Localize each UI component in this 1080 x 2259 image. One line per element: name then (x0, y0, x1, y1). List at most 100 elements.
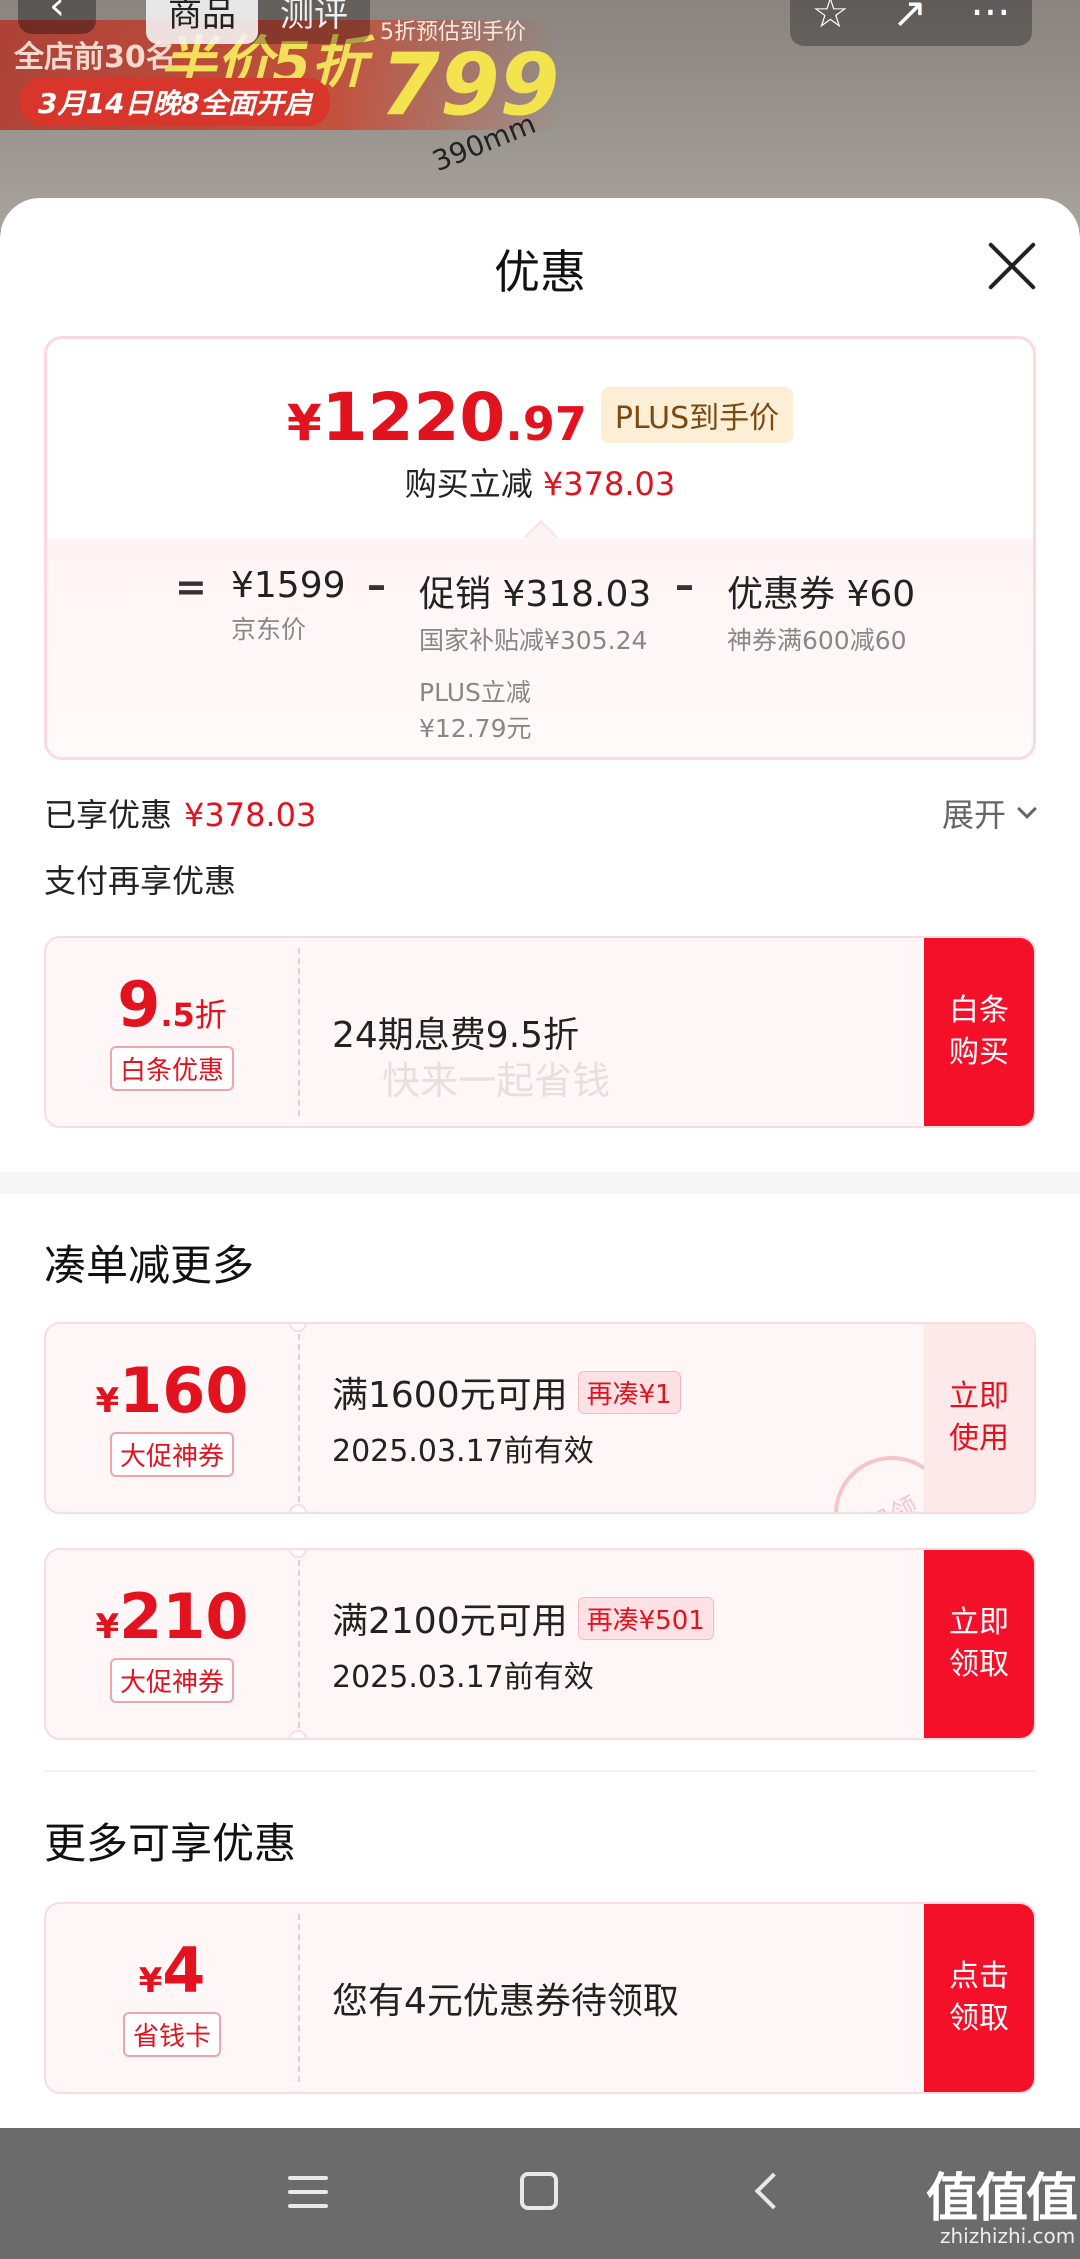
favorite-icon[interactable]: ☆ (812, 0, 850, 37)
baitiao-tag: 白条优惠 (109, 1045, 234, 1091)
coupon-notch (289, 1730, 307, 1738)
coupon-validity: 2025.03.17前有效 (332, 1660, 594, 1695)
baitiao-buy-button[interactable]: 白条 购买 (924, 938, 1034, 1126)
coupon-info: 满1600元可用 再凑¥1 2025.03.17前有效 (332, 1324, 681, 1512)
formula-jd-price: ¥1599 京东价 (231, 565, 346, 646)
coupon-extra-tag: 再凑¥501 (577, 1596, 714, 1640)
coupon-amount: ¥210 (95, 1585, 248, 1648)
use-btn-line1: 立即 (949, 1379, 1009, 1414)
saving-card-amount: ¥4 (139, 1939, 206, 2002)
coupon-notch (289, 1504, 307, 1512)
coupon-card: ¥210 大促神券 满2100元可用 再凑¥501 2025.03.17前有效 … (44, 1548, 1036, 1740)
coupon-condition-row: 满2100元可用 再凑¥501 (332, 1592, 714, 1644)
coupon-card: ¥160 大促神券 满1600元可用 再凑¥1 2025.03.17前有效 已领… (44, 1322, 1036, 1514)
coupon-currency: ¥ (95, 1606, 120, 1647)
nav-actions: ☆ ↗ ··· (790, 0, 1032, 46)
back-icon[interactable] (754, 2172, 792, 2210)
coupon-tag: 大促神券 (109, 1431, 234, 1477)
promo-date-banner: 3月14日晚8全面开启 (20, 78, 330, 126)
use-now-button[interactable]: 立即 使用 (924, 1324, 1034, 1512)
jd-price-label: 京东价 (231, 615, 307, 644)
promotion-subsidy: 国家补贴减¥305.24 (419, 626, 648, 655)
close-icon[interactable] (984, 238, 1040, 294)
claim-btn-line2: 领取 (949, 1647, 1009, 1682)
jd-price-value: ¥1599 (231, 565, 346, 606)
plus-price-tag: PLUS到手价 (600, 387, 794, 443)
site-url: zhizhizhi.com (940, 2224, 1076, 2248)
promotion-plus-label: PLUS立减 (419, 678, 531, 707)
claim-btn-line1: 立即 (949, 1605, 1009, 1640)
discount-sheet: 优惠 ¥ 1220 .97 PLUS到手价 购买立减 ¥378.03 = ¥15… (0, 198, 1080, 2128)
coupon-currency: ¥ (95, 1380, 120, 1421)
coupon-condition: 满2100元可用 (332, 1601, 568, 1642)
coupon-validity: 2025.03.17前有效 (332, 1434, 594, 1469)
back-button[interactable]: ‹ (18, 0, 96, 34)
system-nav-bar: 值值值 zhizhizhi.com (0, 2128, 1080, 2259)
coupon-left: ¥210 大促神券 (46, 1550, 298, 1738)
promotion-value: 促销 ¥318.03 (419, 574, 652, 615)
baitiao-amount-unit: 折 (194, 995, 227, 1034)
coupon-info: 满2100元可用 再凑¥501 2025.03.17前有效 (332, 1550, 714, 1738)
enjoyed-discount: 已享优惠 ¥378.03 (44, 790, 316, 836)
section-gap (0, 1172, 1080, 1194)
minus-sign: – (367, 563, 386, 607)
instant-cut-label: 购买立减 (404, 465, 533, 503)
coupon-condition-row: 满1600元可用 再凑¥1 (332, 1366, 681, 1418)
coupon-value: 优惠券 ¥60 (727, 574, 916, 615)
baitiao-amount-int: 9 (117, 967, 161, 1041)
coupon-amount: ¥160 (95, 1359, 248, 1422)
equals-sign: = (175, 565, 207, 609)
expand-button[interactable]: 展开 (941, 790, 1037, 836)
claim-now-button[interactable]: 立即 领取 (924, 1550, 1034, 1738)
coupon-condition: 满1600元可用 (332, 1375, 568, 1416)
chevron-down-icon (1017, 799, 1037, 819)
site-logo: 值值值 (926, 2169, 1078, 2229)
saving-card-amount-value: 4 (162, 1933, 206, 2007)
use-btn-line2: 使用 (949, 1421, 1009, 1456)
promotion-plus-cut: PLUS立减 ¥12.79元 (419, 675, 651, 748)
coupon-left: ¥160 大促神券 (46, 1324, 298, 1512)
coupon-tag: 大促神券 (109, 1657, 234, 1703)
price-decimal: .97 (505, 397, 587, 451)
baitiao-amount: 9.5折 (117, 973, 227, 1036)
price-currency: ¥ (286, 394, 322, 452)
tab-review[interactable]: 测评 (258, 0, 370, 44)
divider (44, 1770, 1036, 1772)
minus-sign: – (675, 563, 694, 607)
instant-cut: 购买立减 ¥378.03 (47, 459, 1033, 505)
tab-product[interactable]: 商品 (146, 0, 258, 44)
menu-icon[interactable] (288, 2176, 328, 2218)
chevron-left-icon: ‹ (49, 0, 65, 29)
product-tabs: 商品 测评 (146, 0, 370, 44)
sheet-title: 优惠 (494, 245, 586, 299)
baitiao-card: 9.5折 白条优惠 24期息费9.5折 白条 购买 (44, 936, 1036, 1128)
price-integer: 1220 (321, 379, 506, 456)
formula-coupon: 优惠券 ¥60 神券满600减60 (727, 565, 915, 657)
coupon-detail: 神券满600减60 (727, 626, 907, 655)
expand-label: 展开 (941, 796, 1006, 834)
baitiao-info: 24期息费9.5折 (332, 938, 579, 1126)
coupon-divider (298, 948, 300, 1116)
saving-card-info: 您有4元优惠券待领取 (332, 1904, 679, 2092)
saving-card: ¥4 省钱卡 您有4元优惠券待领取 点击 领取 (44, 1902, 1036, 2094)
saving-card-left: ¥4 省钱卡 (46, 1904, 298, 2092)
formula-promotion: 促销 ¥318.03 国家补贴减¥305.24 PLUS立减 ¥12.79元 (419, 565, 651, 748)
price-breakdown-card: ¥ 1220 .97 PLUS到手价 购买立减 ¥378.03 = ¥1599 … (44, 336, 1036, 760)
coupon-divider (298, 1914, 300, 2082)
coupon-divider (298, 1334, 300, 1502)
baitiao-btn-line2: 购买 (949, 1035, 1009, 1070)
product-page-background: 全店前30名 半价5折 3月14日晚8全面开启 5折预估到手价 799 390m… (0, 0, 1080, 230)
more-icon[interactable]: ··· (970, 0, 1010, 37)
pay-section-title: 支付再享优惠 (44, 862, 237, 900)
click-claim-button[interactable]: 点击 领取 (924, 1904, 1034, 2092)
coupon-amount-value: 160 (119, 1353, 249, 1427)
more-section-title: 更多可享优惠 (44, 1819, 297, 1868)
baitiao-main-text: 24期息费9.5折 (332, 1015, 580, 1056)
baitiao-btn-line1: 白条 (949, 993, 1009, 1028)
coupon-divider (298, 1560, 300, 1728)
claim-btn-line1: 点击 (949, 1959, 1009, 1994)
share-icon[interactable]: ↗ (892, 0, 927, 37)
coupon-amount-value: 210 (119, 1579, 249, 1653)
home-icon[interactable] (520, 2172, 558, 2210)
enjoyed-value: ¥378.03 (184, 796, 317, 834)
